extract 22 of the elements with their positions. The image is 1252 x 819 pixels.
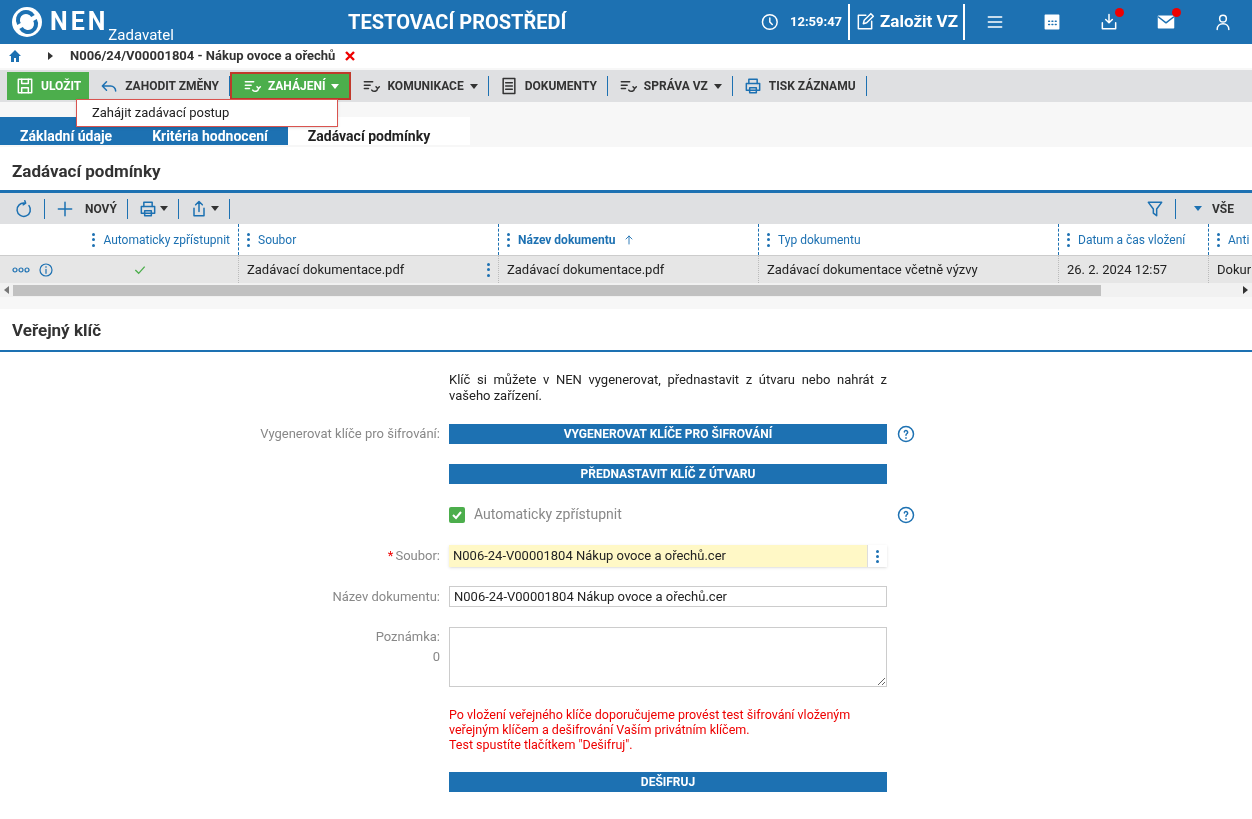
field-label: Vygenerovat klíče pro šifrování: — [259, 425, 440, 444]
required-mark: * — [387, 547, 394, 566]
table-cell-text: Zadávací dokumentace včetně výzvy — [767, 260, 978, 279]
field-label: Soubor: — [395, 547, 440, 566]
table-cell-text: Zadávací dokumentace.pdf — [247, 260, 406, 279]
section-title: Veřejný klíč — [12, 318, 101, 342]
table-cell-text: Zadávací dokumentace.pdf — [507, 260, 665, 279]
logo-text: NEN — [50, 6, 109, 38]
breadcrumb-title: N006/24/V00001804 - Nákup ovoce a ořechů — [70, 47, 336, 66]
checkbox-label: Automaticky zpřístupnit — [474, 505, 622, 524]
field-label: Název dokumentu: — [331, 587, 440, 606]
section-title: Zadávací podmínky — [12, 159, 161, 183]
warning-text: Po vložení veřejného klíče doporučujeme provést test šifrování vloženým veřejným klíčem a dešifrování Vaším privátním klíčem. — [449, 707, 852, 737]
character-count: 0 — [432, 647, 440, 666]
environment-title: TESTOVACÍ PROSTŘEDÍ — [348, 9, 568, 36]
table-cell-text: 26. 2. 2024 12:57 — [1067, 260, 1168, 279]
role-label: Zadavatel — [108, 27, 174, 43]
field-label: Poznámka: — [375, 628, 440, 646]
warning-text: Test spustíte tlačítkem "Dešifruj". — [449, 737, 634, 752]
intro-text: Klíč si můžete v NEN vygenerovat, přednastavit z útvaru nebo nahrát z vašeho zařízení. — [449, 372, 887, 404]
table-cell-text: Dokur — [1217, 260, 1252, 279]
clock-time: 12:59:47 — [789, 13, 843, 32]
